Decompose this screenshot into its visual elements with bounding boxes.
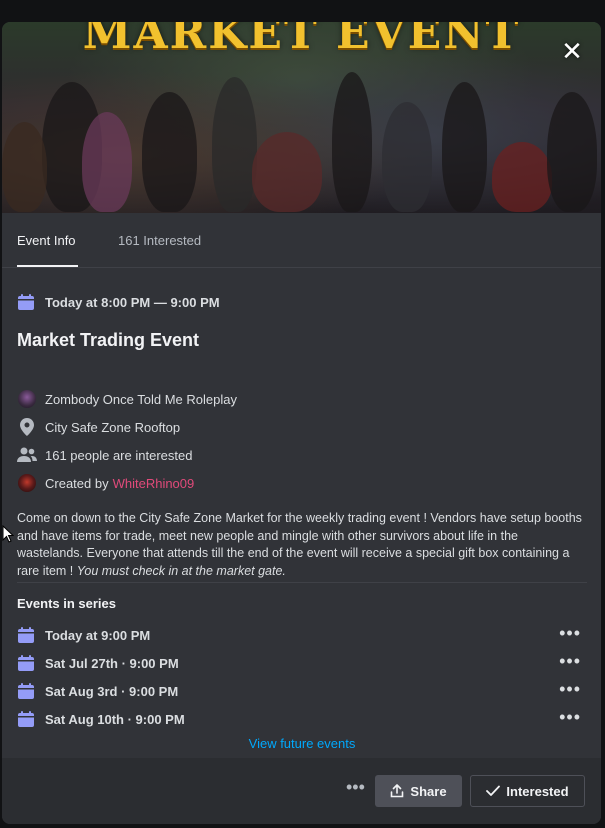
series-item-label: Sat Aug 10th · 9:00 PM (45, 711, 185, 727)
share-label: Share (410, 783, 447, 799)
creator-link[interactable]: WhiteRhino09 (113, 476, 195, 491)
event-time-row: Today at 8:00 PM — 9:00 PM (17, 293, 220, 311)
calendar-icon (17, 654, 35, 672)
created-by-label: Created by (45, 475, 109, 491)
series-heading: Events in series (17, 596, 116, 611)
more-horizontal-icon[interactable]: ••• (559, 680, 581, 698)
series-item-label: Sat Jul 27th · 9:00 PM (45, 655, 179, 671)
calendar-icon (17, 682, 35, 700)
share-button[interactable]: Share (375, 775, 462, 807)
interested-label: Interested (506, 783, 569, 799)
view-future-events-link[interactable]: View future events (17, 736, 587, 751)
banner-title-text: MARKET EVENT (82, 22, 521, 59)
series-item[interactable]: Sat Aug 3rd · 9:00 PM ••• (17, 680, 587, 702)
more-horizontal-icon[interactable]: ••• (559, 652, 581, 670)
event-banner-image: MARKET EVENT ✕ (2, 22, 601, 213)
series-item-label: Sat Aug 3rd · 9:00 PM (45, 683, 179, 699)
event-creator-row: Created by WhiteRhino09 (17, 473, 194, 493)
calendar-icon (17, 710, 35, 728)
more-horizontal-icon[interactable]: ••• (346, 777, 365, 798)
event-interested-row: 161 people are interested (17, 445, 192, 465)
event-server-row: Zombody Once Told Me Roleplay (17, 389, 237, 409)
event-modal: MARKET EVENT ✕ Event Info 161 Interested… (2, 22, 601, 824)
location-pin-icon (17, 417, 37, 437)
more-horizontal-icon[interactable]: ••• (559, 624, 581, 642)
active-tab-indicator (17, 265, 78, 267)
creator-avatar (18, 474, 36, 492)
series-item[interactable]: Today at 9:00 PM ••• (17, 624, 587, 646)
section-divider (17, 582, 587, 583)
mouse-cursor-icon (2, 524, 15, 548)
series-item[interactable]: Sat Jul 27th · 9:00 PM ••• (17, 652, 587, 674)
calendar-icon (17, 293, 35, 311)
server-avatar (18, 390, 36, 408)
event-time: Today at 8:00 PM — 9:00 PM (45, 294, 220, 310)
description-italic: You must check in at the market gate. (76, 563, 286, 578)
tab-event-info[interactable]: Event Info (17, 233, 76, 248)
modal-footer: ••• Share Interested (2, 758, 601, 824)
check-icon (486, 785, 501, 796)
series-item[interactable]: Sat Aug 10th · 9:00 PM ••• (17, 708, 587, 730)
event-server: Zombody Once Told Me Roleplay (45, 391, 237, 407)
event-interested-count: 161 people are interested (45, 447, 193, 463)
calendar-icon (17, 626, 35, 644)
event-location: City Safe Zone Rooftop (45, 419, 181, 435)
interested-button[interactable]: Interested (470, 775, 585, 807)
event-title: Market Trading Event (17, 330, 200, 350)
more-horizontal-icon[interactable]: ••• (559, 708, 581, 726)
series-item-label: Today at 9:00 PM (45, 627, 151, 643)
event-tabs: Event Info 161 Interested (2, 213, 601, 268)
close-icon[interactable]: ✕ (559, 38, 585, 64)
tab-interested[interactable]: 161 Interested (118, 233, 201, 248)
share-icon (391, 784, 404, 798)
people-icon (17, 445, 37, 465)
event-description: Come on down to the City Safe Zone Marke… (17, 510, 587, 580)
event-location-row: City Safe Zone Rooftop (17, 417, 180, 437)
